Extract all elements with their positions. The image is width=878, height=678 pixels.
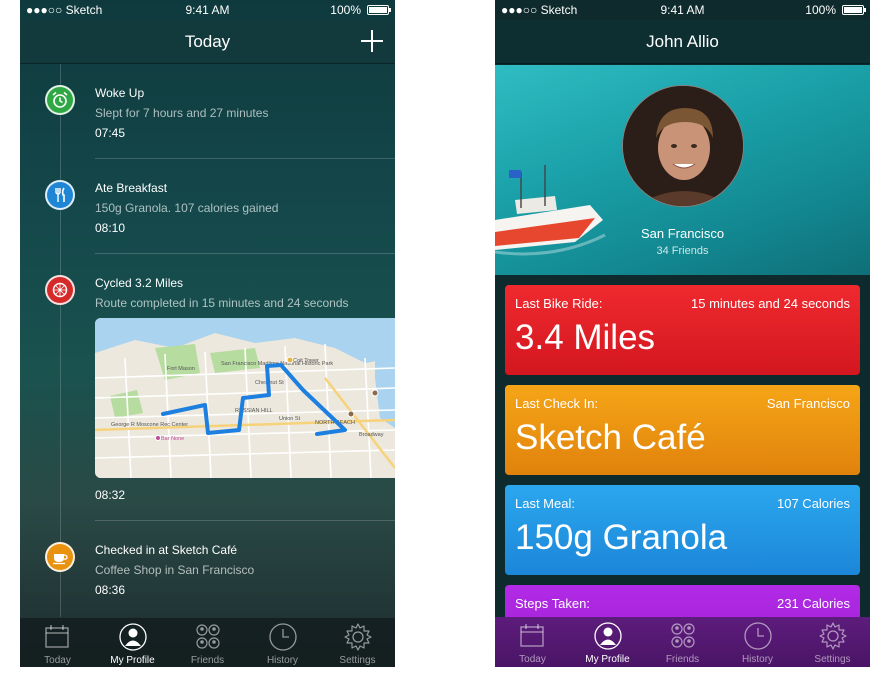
entry-subtitle: Route completed in 15 minutes and 24 sec… (95, 296, 349, 310)
tab-label: Today (44, 655, 71, 666)
today-screen: ●●●○○ Sketch 9:41 AM 100% Today Woke Up … (20, 0, 395, 667)
entry-time: 08:32 (95, 488, 126, 502)
card-value: Sketch Café (515, 418, 706, 457)
profile-icon (119, 623, 147, 651)
card-last-bike-ride[interactable]: Last Bike Ride: 15 minutes and 24 second… (505, 285, 860, 375)
entry-title: Checked in at Sketch Café (95, 543, 238, 557)
profile-location: San Francisco (640, 226, 725, 241)
tab-today[interactable]: Today (20, 618, 95, 667)
card-detail: 15 minutes and 24 seconds (691, 296, 850, 311)
map-label: Fort Mason (167, 366, 195, 372)
tab-label: Today (519, 654, 546, 665)
battery-icon (367, 5, 391, 15)
tab-settings[interactable]: Settings (320, 618, 395, 667)
entry-subtitle: Slept for 7 hours and 27 minutes (95, 106, 269, 120)
tab-my-profile[interactable]: My Profile (95, 618, 170, 667)
calendar-icon (520, 624, 544, 647)
card-label: Last Meal: (515, 496, 575, 511)
bike-wheel-icon (45, 275, 75, 305)
map-label: Union St (279, 416, 301, 422)
tab-label: Settings (339, 655, 376, 666)
tab-friends[interactable]: Friends (170, 618, 245, 667)
status-bar: ●●●○○ Sketch 9:41 AM 100% (495, 0, 870, 20)
avatar[interactable] (622, 85, 744, 207)
friends-count[interactable]: 34 Friends (495, 245, 870, 257)
card-detail: 231 Calories (777, 596, 850, 611)
alarm-clock-icon (45, 85, 75, 115)
calendar-icon (45, 625, 69, 648)
card-detail: 107 Calories (777, 496, 850, 511)
entry-title: Ate Breakfast (95, 181, 168, 195)
tab-friends[interactable]: Friends (645, 617, 720, 667)
entry-subtitle: 150g Granola. 107 calories gained (95, 201, 279, 215)
map-label: Bar None (161, 436, 184, 442)
entry-subtitle: Coffee Shop in San Francisco (95, 563, 255, 577)
tab-label: Settings (814, 654, 851, 665)
map-label: Broadway (359, 432, 384, 438)
divider (95, 158, 395, 159)
battery-percentage: 100% (805, 3, 836, 17)
tab-label: My Profile (585, 654, 630, 665)
coffee-cup-icon (45, 542, 75, 572)
map-label: George R Moscone Rec Center (111, 422, 188, 428)
card-label: Last Bike Ride: (515, 296, 603, 311)
tab-history[interactable]: History (245, 618, 320, 667)
tab-my-profile[interactable]: My Profile (570, 617, 645, 667)
card-detail: San Francisco (766, 396, 850, 411)
friends-icon (196, 624, 220, 649)
tab-history[interactable]: History (720, 617, 795, 667)
clock-icon (269, 623, 297, 651)
timeline-line (60, 64, 61, 617)
page-title: Today (184, 32, 231, 51)
tab-label: My Profile (110, 655, 155, 666)
entry-title: Woke Up (95, 86, 145, 100)
profile-header: San Francisco 34 Friends (495, 65, 870, 275)
clock-icon (744, 622, 772, 650)
card-value: 3.4 Miles (515, 318, 656, 357)
tab-today[interactable]: Today (495, 617, 570, 667)
card-last-check-in[interactable]: Last Check In: San Francisco Sketch Café (505, 385, 860, 475)
entry-time: 08:10 (95, 221, 126, 235)
profile-screen: ●●●○○ Sketch 9:41 AM 100% John Allio San… (495, 0, 870, 667)
divider (95, 253, 395, 254)
friends-icon (671, 623, 695, 648)
nav-bar: John Allio (495, 20, 870, 64)
entry-title: Cycled 3.2 Miles (95, 276, 184, 290)
status-bar: ●●●○○ Sketch 9:41 AM 100% (20, 0, 395, 20)
divider (95, 520, 395, 521)
page-title: John Allio (646, 32, 719, 51)
card-last-meal[interactable]: Last Meal: 107 Calories 150g Granola (505, 485, 860, 575)
fork-knife-icon (45, 180, 75, 210)
card-label: Last Check In: (515, 396, 599, 411)
battery-icon (842, 5, 866, 15)
profile-icon (594, 622, 622, 650)
tab-bar: Today My Profile Friends History Setting… (20, 617, 395, 667)
tab-label: Friends (665, 654, 700, 665)
entry-time: 08:36 (95, 583, 126, 597)
tab-label: Friends (190, 655, 225, 666)
battery-percentage: 100% (330, 3, 361, 17)
gear-icon (819, 622, 847, 650)
card-value: 150g Granola (515, 518, 728, 557)
tab-settings[interactable]: Settings (795, 617, 870, 667)
card-label: Steps Taken: (515, 596, 590, 611)
tab-bar: Today My Profile Friends History Setting… (495, 617, 870, 667)
entry-time: 07:45 (95, 126, 126, 140)
map-label: Coit Tower (293, 358, 319, 364)
tab-label: History (266, 655, 299, 666)
plus-icon[interactable] (359, 28, 385, 54)
route-map[interactable]: Fort Mason San Francisco Maritime Nation… (95, 318, 395, 478)
tab-label: History (741, 654, 774, 665)
nav-bar: Today (20, 20, 395, 64)
gear-icon (344, 623, 372, 651)
